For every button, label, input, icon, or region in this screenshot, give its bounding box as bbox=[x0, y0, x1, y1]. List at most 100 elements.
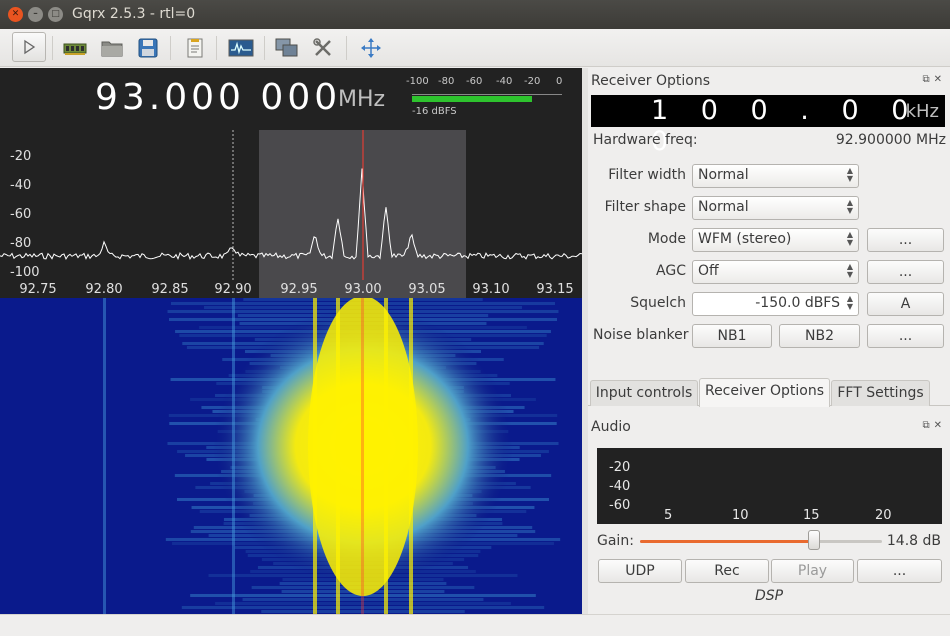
dock-tabs: Input controls Receiver Options FFT Sett… bbox=[588, 378, 950, 407]
save-icon bbox=[138, 38, 158, 58]
open-button[interactable] bbox=[97, 34, 127, 62]
toolbar bbox=[0, 29, 950, 67]
meter-reading: -16 dBFS bbox=[412, 106, 457, 117]
audio-options-button[interactable]: ... bbox=[857, 559, 942, 583]
agc-options-button[interactable]: ... bbox=[867, 260, 944, 284]
hardware-icon bbox=[63, 43, 87, 55]
agc-select[interactable]: Off ▲ ▼ bbox=[692, 260, 859, 284]
audio-fft-plot[interactable]: -20 -40 -60 5 10 15 20 bbox=[597, 448, 942, 524]
spectrum-x-tick: 93.00 bbox=[344, 282, 381, 297]
filter-width-label: Filter width bbox=[608, 167, 686, 183]
hardware-button[interactable] bbox=[60, 34, 90, 62]
agc-value: Off bbox=[698, 263, 719, 279]
mode-options-button[interactable]: ... bbox=[867, 228, 944, 252]
center-frequency[interactable]: 93.000 000 bbox=[95, 77, 341, 118]
toolbar-separator bbox=[216, 36, 217, 60]
rec-button[interactable]: Rec bbox=[685, 559, 769, 583]
frequency-display[interactable]: 93.000 000 MHz -100 -80 -60 -40 -20 0 -1… bbox=[0, 68, 582, 130]
filter-width-value: Normal bbox=[698, 167, 749, 183]
audio-x-tick: 5 bbox=[664, 508, 673, 523]
network-icon bbox=[275, 38, 298, 57]
notes-icon bbox=[187, 38, 203, 58]
chevron-updown-icon[interactable]: ▲ ▼ bbox=[847, 295, 853, 311]
audio-y-tick: -60 bbox=[609, 498, 631, 513]
spectrum-x-tick: 93.05 bbox=[408, 282, 445, 297]
save-button[interactable] bbox=[133, 34, 163, 62]
nb1-button[interactable]: NB1 bbox=[692, 324, 772, 348]
noise-blanker-label: Noise blanker bbox=[593, 327, 689, 343]
open-folder-icon bbox=[101, 41, 123, 57]
waterfall-carrier-line bbox=[103, 298, 106, 614]
status-bar bbox=[0, 614, 950, 636]
tools-icon bbox=[313, 38, 331, 56]
filter-shape-label: Filter shape bbox=[604, 199, 686, 215]
spectrum-svg[interactable]: -20 -40 -60 -80 -100 92.75 92.80 92.85 92.90 92.9… bbox=[0, 130, 583, 298]
dsp-label: DSP bbox=[754, 588, 784, 604]
window-title: Gqrx 2.5.3 - rtl=0 bbox=[72, 6, 196, 22]
spectrum-x-tick: 92.80 bbox=[85, 282, 122, 297]
waterfall-svg[interactable] bbox=[0, 298, 582, 614]
chevron-updown-icon: ▲ ▼ bbox=[846, 262, 853, 279]
squelch-label: Squelch bbox=[630, 295, 686, 311]
mode-select[interactable]: WFM (stereo) ▲ ▼ bbox=[692, 228, 859, 252]
mode-value: WFM (stereo) bbox=[698, 231, 792, 247]
offset-frequency-display[interactable]: 1 0 0 . 0 0 0 kHz bbox=[591, 95, 945, 157]
nb2-button[interactable]: NB2 bbox=[779, 324, 860, 348]
waterfall-carrier-line bbox=[232, 298, 235, 614]
filter-shape-value: Normal bbox=[698, 199, 749, 215]
close-icon[interactable]: ✕ bbox=[8, 7, 23, 22]
spectrum-y-tick: -20 bbox=[10, 149, 31, 164]
squelch-auto-button[interactable]: A bbox=[867, 292, 944, 316]
waterfall-plot[interactable] bbox=[0, 298, 582, 614]
audio-x-tick: 10 bbox=[732, 508, 749, 523]
agc-label: AGC bbox=[656, 263, 686, 279]
notes-button[interactable] bbox=[180, 34, 210, 62]
network-button[interactable] bbox=[272, 34, 302, 62]
right-dock: Receiver Options ⧉✕ 1 0 0 . 0 0 0 kHz Ha… bbox=[588, 68, 950, 614]
dock-float-close-icons[interactable]: ⧉✕ bbox=[922, 74, 946, 85]
gain-slider-handle[interactable] bbox=[808, 530, 821, 550]
tab-input-controls[interactable]: Input controls bbox=[590, 380, 698, 406]
tab-fft-settings[interactable]: FFT Settings bbox=[831, 380, 930, 406]
waterfall-pilot-line bbox=[313, 298, 317, 614]
play-button[interactable] bbox=[12, 32, 46, 62]
tools-button[interactable] bbox=[308, 34, 338, 62]
spectrum-plot[interactable]: -20 -40 -60 -80 -100 92.75 92.80 92.85 92.90 92.9… bbox=[0, 130, 583, 298]
spectrum-x-tick: 92.75 bbox=[19, 282, 56, 297]
meter-tick: 0 bbox=[556, 76, 563, 87]
spectrum-panel: 93.000 000 MHz -100 -80 -60 -40 -20 0 -1… bbox=[0, 68, 583, 614]
tab-receiver-options[interactable]: Receiver Options bbox=[699, 378, 830, 407]
spectrum-y-tick: -100 bbox=[10, 265, 40, 280]
spectrum-x-tick: 92.95 bbox=[280, 282, 317, 297]
meter-tick: -100 bbox=[406, 76, 429, 87]
audio-x-tick: 15 bbox=[803, 508, 820, 523]
meter-tick: -20 bbox=[524, 76, 541, 87]
audio-x-tick: 20 bbox=[875, 508, 892, 523]
signal-icon bbox=[228, 39, 254, 57]
squelch-spinbox[interactable]: -150.0 dBFS ▲ ▼ bbox=[692, 292, 859, 316]
gain-slider-track[interactable] bbox=[640, 540, 882, 543]
spectrum-x-tick: 92.90 bbox=[214, 282, 251, 297]
minimize-icon[interactable]: – bbox=[28, 7, 43, 22]
title-bar: ✕ – □ Gqrx 2.5.3 - rtl=0 bbox=[0, 0, 950, 29]
squelch-value: -150.0 dBFS bbox=[755, 295, 840, 311]
gain-value: 14.8 dB bbox=[886, 533, 941, 549]
audio-y-tick: -20 bbox=[609, 460, 631, 475]
move-button[interactable] bbox=[356, 34, 386, 62]
maximize-icon[interactable]: □ bbox=[48, 7, 63, 22]
filter-width-select[interactable]: Normal ▲ ▼ bbox=[692, 164, 859, 188]
play-button[interactable]: Play bbox=[771, 559, 854, 583]
spectrum-x-tick: 93.10 bbox=[472, 282, 509, 297]
signal-button[interactable] bbox=[226, 34, 256, 62]
toolbar-separator bbox=[264, 36, 265, 60]
toolbar-separator bbox=[346, 36, 347, 60]
hardware-freq-label: Hardware freq: bbox=[593, 132, 698, 148]
nb-options-button[interactable]: ... bbox=[867, 324, 944, 348]
spectrum-y-tick: -80 bbox=[10, 236, 31, 251]
dock-float-close-icons[interactable]: ⧉✕ bbox=[922, 420, 946, 431]
waterfall-pilot-line bbox=[384, 298, 388, 614]
chevron-updown-icon: ▲ ▼ bbox=[846, 198, 853, 215]
spectrum-y-tick: -40 bbox=[10, 178, 31, 193]
udp-button[interactable]: UDP bbox=[598, 559, 682, 583]
filter-shape-select[interactable]: Normal ▲ ▼ bbox=[692, 196, 859, 220]
